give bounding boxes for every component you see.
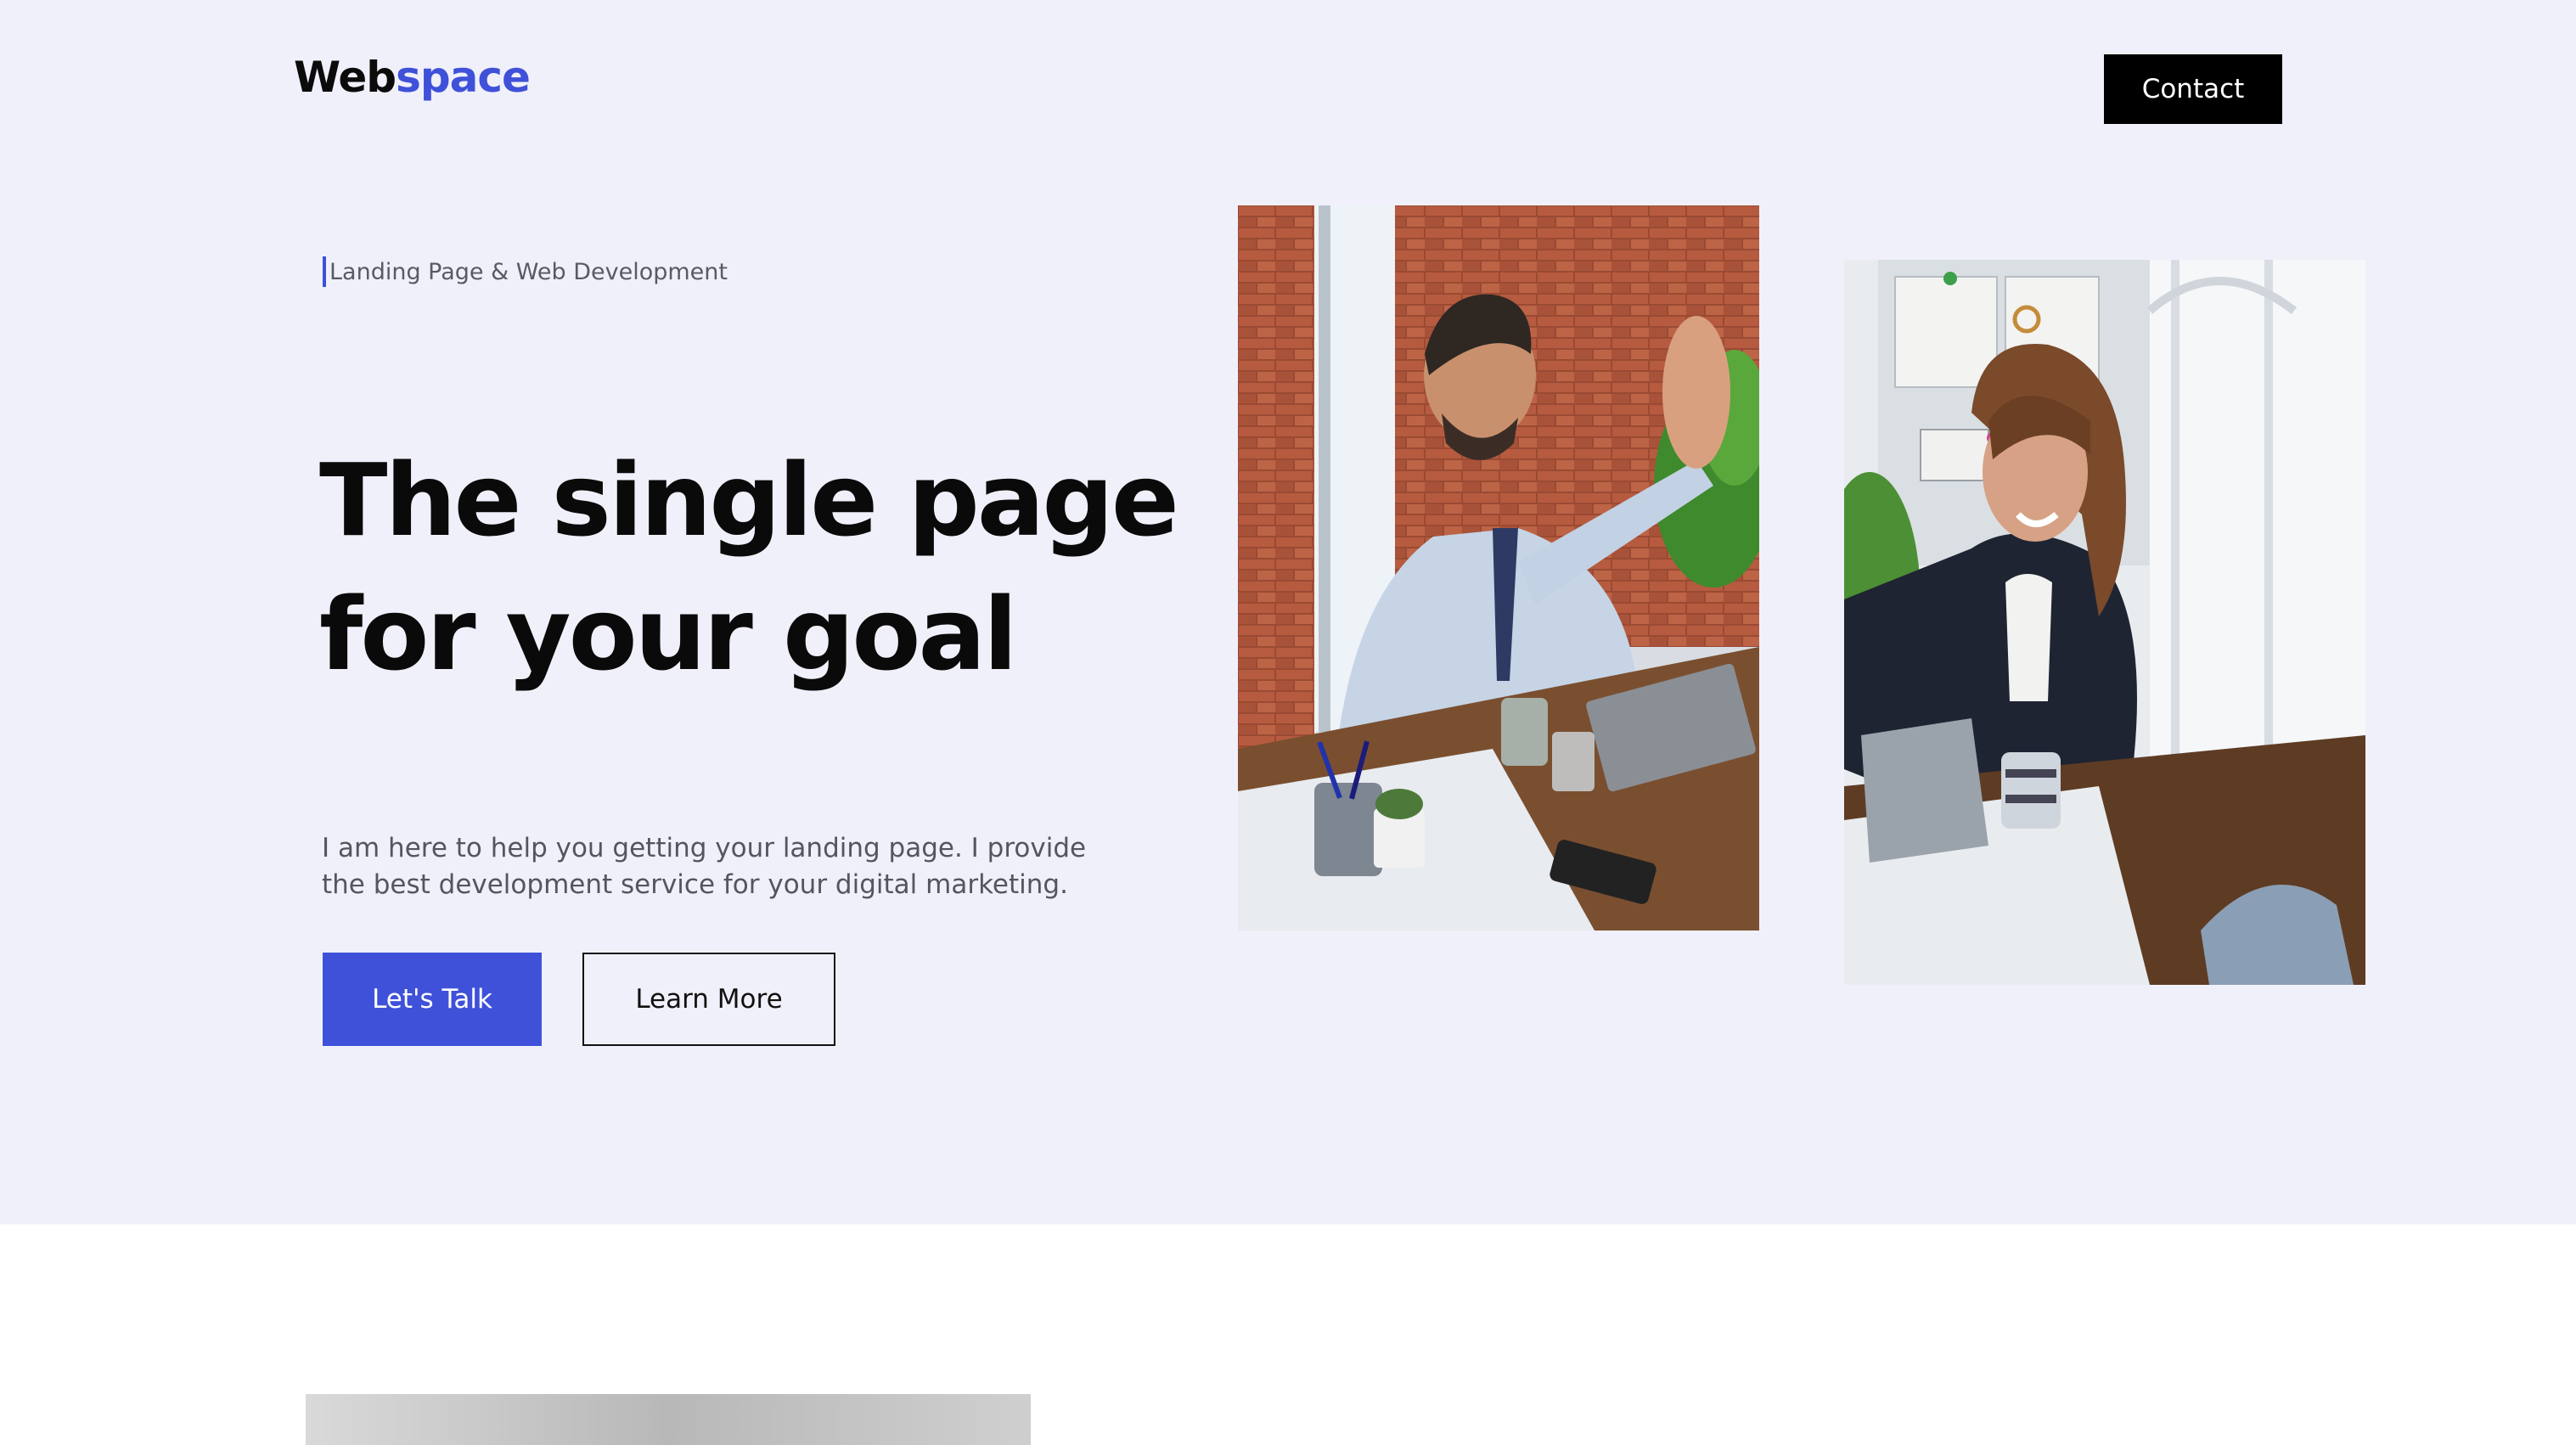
logo-text-primary: Web xyxy=(294,53,397,102)
hero-section: Webspace Contact Landing Page & Web Deve… xyxy=(0,0,2576,1224)
contact-button[interactable]: Contact xyxy=(2104,54,2282,124)
man-high-five-photo xyxy=(1238,205,1759,931)
tagline-text: Landing Page & Web Development xyxy=(329,258,728,285)
headline-line-2: for your goal xyxy=(319,576,1018,693)
woman-high-five-photo xyxy=(1844,260,2365,985)
lets-talk-button[interactable]: Let's Talk xyxy=(323,953,542,1046)
headline-line-1: The single page xyxy=(319,441,1179,559)
tagline-accent-bar xyxy=(323,256,326,287)
hero-tagline: Landing Page & Web Development xyxy=(323,256,728,287)
hero-description: I am here to help you getting your landi… xyxy=(322,833,1087,900)
learn-more-button[interactable]: Learn More xyxy=(582,953,835,1046)
section-preview-photo xyxy=(306,1394,1031,1445)
logo-text-accent: space xyxy=(396,53,531,102)
hero-headline: The single page for your goal xyxy=(319,433,1179,701)
logo[interactable]: Webspace xyxy=(294,53,531,102)
